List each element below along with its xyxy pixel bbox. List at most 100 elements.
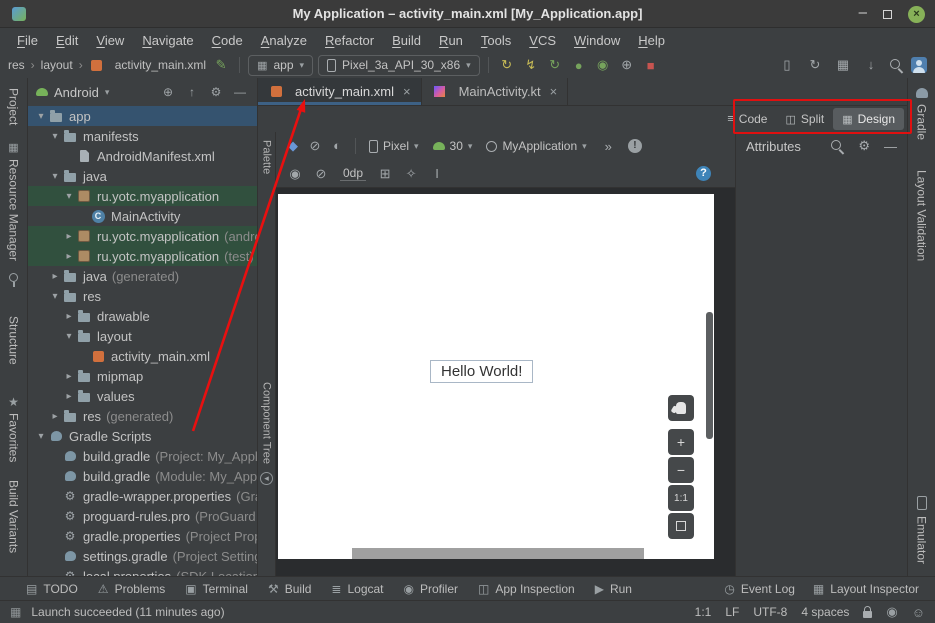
theme-picker[interactable]: MyApplication ▾ <box>482 139 590 153</box>
project-view-mode[interactable]: Android <box>54 85 99 100</box>
sdk-manager-icon[interactable]: ↓ <box>861 57 881 73</box>
tree-chevron-icon[interactable] <box>34 431 48 442</box>
tree-chevron-icon[interactable] <box>48 411 62 422</box>
menu-item[interactable]: Build <box>383 30 430 51</box>
tree-row[interactable]: res <box>28 286 257 306</box>
infer-constraints-icon[interactable]: ✧ <box>402 166 420 182</box>
editor-tab[interactable]: MainActivity.kt × <box>422 78 569 105</box>
tree-row[interactable]: activity_main.xml <box>28 346 257 366</box>
pencil-icon[interactable]: ✎ <box>211 57 231 73</box>
zoom-to-fit-button[interactable] <box>668 513 694 539</box>
resource-manager-icon[interactable]: ▦ <box>8 141 18 154</box>
tree-row[interactable]: proguard-rules.pro (ProGuard Rules for M… <box>28 506 257 526</box>
attach-debugger-icon[interactable]: ⊕ <box>617 57 637 73</box>
background-tasks-icon[interactable]: ◉ <box>886 604 897 620</box>
menu-item[interactable]: Tools <box>472 30 520 51</box>
menu-item[interactable]: Navigate <box>133 30 202 51</box>
tree-row[interactable]: gradle-wrapper.properties (Gradle Versio… <box>28 486 257 506</box>
pan-tool-button[interactable] <box>668 395 694 421</box>
menu-item[interactable]: Refactor <box>316 30 383 51</box>
tree-chevron-icon[interactable] <box>48 131 62 142</box>
encoding-indicator[interactable]: UTF-8 <box>753 605 787 619</box>
debug-icon[interactable]: ● <box>569 58 589 73</box>
star-icon[interactable]: ★ <box>8 395 19 409</box>
search-icon[interactable] <box>830 139 844 153</box>
zoom-in-button[interactable]: + <box>668 429 694 455</box>
search-everywhere-icon[interactable] <box>889 58 903 72</box>
settings-icon[interactable]: ⚙ <box>207 85 225 99</box>
tree-chevron-icon[interactable] <box>48 291 62 302</box>
rerun-icon[interactable]: ↻ <box>497 57 517 73</box>
menu-item[interactable]: Edit <box>47 30 87 51</box>
menu-item[interactable]: Help <box>629 30 674 51</box>
tool-window-button[interactable]: ▤ TODO <box>26 582 78 596</box>
tree-row[interactable]: manifests <box>28 126 257 146</box>
profiler-icon[interactable]: ◉ <box>593 57 613 73</box>
tree-row[interactable]: app <box>28 106 257 126</box>
tree-row[interactable]: ru.yotc.myapplication (androidTest) <box>28 226 257 246</box>
tree-row[interactable]: settings.gradle (Project Settings) <box>28 546 257 566</box>
tree-row[interactable]: local.properties (SDK Location) <box>28 566 257 576</box>
tool-window-button[interactable]: ▦ Layout Inspector <box>813 582 919 596</box>
tool-window-button[interactable]: ▣ Terminal <box>185 582 248 596</box>
tree-row[interactable]: java (generated) <box>28 266 257 286</box>
tree-row[interactable]: build.gradle (Project: My_Application) <box>28 446 257 466</box>
close-tab-icon[interactable]: × <box>550 84 558 99</box>
overflow-icon[interactable]: » <box>605 139 612 154</box>
menu-item[interactable]: Analyze <box>252 30 316 51</box>
profile-avatar-icon[interactable] <box>911 57 927 73</box>
pin-icon[interactable] <box>9 273 18 282</box>
sidebar-item-project[interactable]: Project <box>7 88 21 125</box>
tool-window-button[interactable]: ⚒ Build <box>268 582 311 596</box>
device-picker[interactable]: Pixel ▾ <box>365 139 423 153</box>
tree-row[interactable]: gradle.properties (Project Properties) <box>28 526 257 546</box>
autoconnect-icon[interactable]: ⊘ <box>312 166 330 182</box>
breadcrumb-layout[interactable]: layout <box>41 58 73 72</box>
tree-chevron-icon[interactable] <box>48 271 62 282</box>
orientation-icon[interactable]: ⊘ <box>306 138 324 154</box>
device-manager-icon[interactable]: ▯ <box>777 57 797 73</box>
default-margin-select[interactable]: 0dp <box>340 166 366 181</box>
tree-row[interactable]: AndroidManifest.xml <box>28 146 257 166</box>
sidebar-item-favorites[interactable]: Favorites <box>7 413 21 462</box>
close-tab-icon[interactable]: × <box>403 84 411 99</box>
restore-panel-icon[interactable]: ◂ <box>260 472 273 485</box>
sidebar-item-structure[interactable]: Structure <box>7 316 21 365</box>
indent-indicator[interactable]: 4 spaces <box>801 605 849 619</box>
sidebar-item-emulator[interactable]: Emulator <box>915 516 929 564</box>
gear-icon[interactable]: ⚙ <box>858 138 870 154</box>
tree-row[interactable]: MainActivity <box>28 206 257 226</box>
tool-window-button[interactable]: ◉ Profiler <box>404 582 459 596</box>
menu-item[interactable]: View <box>87 30 133 51</box>
menu-item[interactable]: Code <box>203 30 252 51</box>
apply-code-changes-icon[interactable]: ↻ <box>545 57 565 73</box>
tree-row[interactable]: Gradle Scripts <box>28 426 257 446</box>
sync-project-icon[interactable]: ↻ <box>805 57 825 73</box>
run-configuration-select[interactable]: ▦ app ▾ <box>248 55 313 76</box>
zoom-actual-button[interactable]: 1:1 <box>668 485 694 511</box>
tree-row[interactable]: drawable <box>28 306 257 326</box>
sidebar-item-build-variants[interactable]: Build Variants <box>7 480 21 553</box>
collapse-all-icon[interactable]: ↑ <box>183 85 201 99</box>
tree-row[interactable]: res (generated) <box>28 406 257 426</box>
tree-row[interactable]: layout <box>28 326 257 346</box>
night-mode-icon[interactable]: ◐ <box>328 138 346 154</box>
tree-chevron-icon[interactable] <box>62 311 76 322</box>
close-button[interactable]: × <box>908 6 925 23</box>
tool-window-switcher-icon[interactable]: ▦ <box>10 605 21 619</box>
sidebar-item-resource-manager[interactable]: Resource Manager <box>7 159 21 261</box>
locate-file-icon[interactable]: ⊕ <box>159 85 177 99</box>
tool-window-button[interactable]: ◷ Event Log <box>724 582 795 596</box>
tree-chevron-icon[interactable] <box>48 171 62 182</box>
breadcrumb-res[interactable]: res <box>8 58 25 72</box>
menu-item[interactable]: File <box>8 30 47 51</box>
tree-chevron-icon[interactable] <box>62 231 76 242</box>
tool-window-button[interactable]: ≣ Logcat <box>331 582 383 596</box>
minimize-button[interactable]: – <box>859 5 867 20</box>
menu-item[interactable]: VCS <box>520 30 565 51</box>
line-ending-indicator[interactable]: LF <box>725 605 739 619</box>
tree-chevron-icon[interactable] <box>62 391 76 402</box>
tree-chevron-icon[interactable] <box>62 371 76 382</box>
tool-window-button[interactable]: ▶ Run <box>595 582 632 596</box>
constraints-icon[interactable]: ⊞ <box>376 166 394 182</box>
